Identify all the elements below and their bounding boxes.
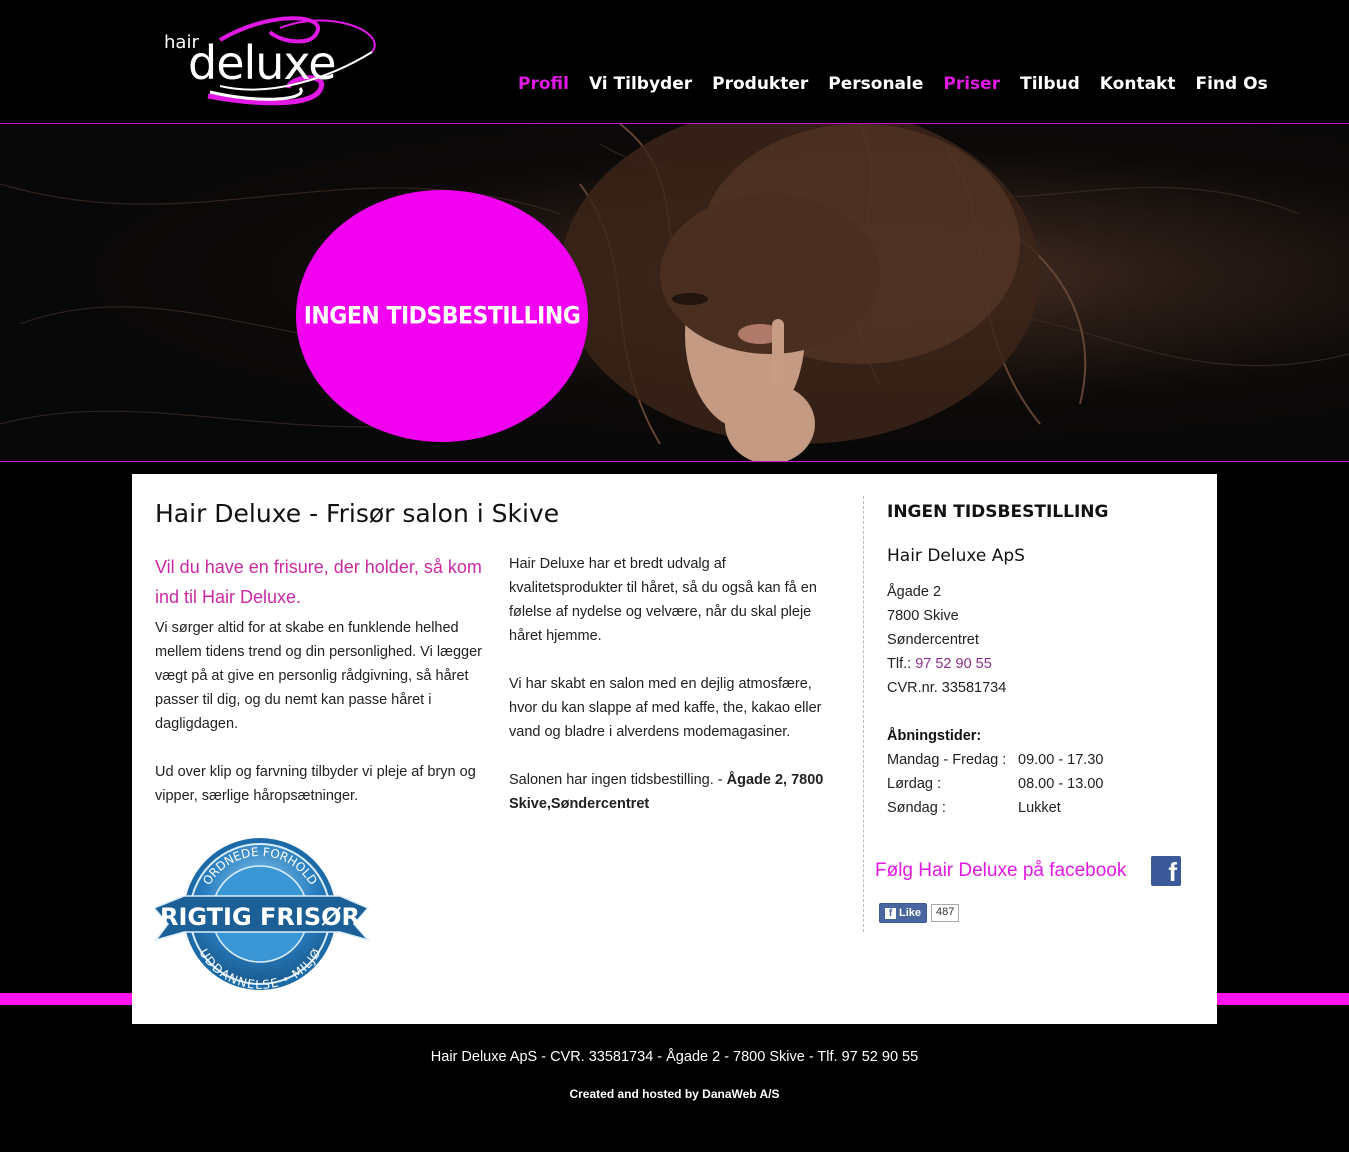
- hours-day: Lørdag :: [887, 776, 941, 792]
- page-title: Hair Deluxe - Frisør salon i Skive: [155, 499, 560, 528]
- sidebar-title: INGEN TIDSBESTILLING: [887, 502, 1109, 522]
- like-count: 487: [931, 904, 960, 922]
- rigtig-frisor-badge[interactable]: RIGTIG FRISØR ORDNEDE FORHOLD UDDANNELSE…: [152, 836, 371, 997]
- site-header: hair deluxe Profil Vi Tilbyder Produkter…: [0, 0, 1349, 123]
- hero-banner: INGEN TIDSBESTILLING: [0, 124, 1349, 461]
- address-center: Søndercentret: [887, 632, 979, 648]
- hours-row: Mandag - Fredag : 09.00 - 17.30: [887, 748, 1197, 772]
- phone-link[interactable]: 97 52 90 55: [915, 656, 992, 672]
- hours-row: Søndag : Lukket: [887, 796, 1197, 820]
- content-column-right: Hair Deluxe har et bredt udvalg af kvali…: [509, 552, 839, 816]
- footer-credit[interactable]: Created and hosted by DanaWeb A/S: [0, 1087, 1349, 1101]
- sidebar: INGEN TIDSBESTILLING Hair Deluxe ApS Åga…: [887, 502, 1197, 820]
- hair-background-image: [0, 124, 1349, 461]
- paragraph: Ud over klip og farvning tilbyder vi ple…: [155, 764, 476, 804]
- no-booking-bubble: INGEN TIDSBESTILLING: [296, 190, 588, 442]
- main-nav: Profil Vi Tilbyder Produkter Personale P…: [518, 74, 1288, 94]
- main-content: Hair Deluxe - Frisør salon i Skive Vil d…: [132, 474, 1217, 1024]
- nav-profil[interactable]: Profil: [518, 74, 569, 94]
- column-divider: [863, 496, 864, 932]
- hours-time: Lukket: [1018, 800, 1061, 816]
- paragraph: Hair Deluxe har et bredt udvalg af kvali…: [509, 556, 817, 644]
- nav-vi-tilbyder[interactable]: Vi Tilbyder: [589, 74, 692, 94]
- like-label: Like: [899, 907, 922, 919]
- paragraph: Vi sørger altid for at skabe en funklend…: [155, 620, 482, 732]
- nav-tilbud[interactable]: Tilbud: [1020, 74, 1080, 94]
- hours-time: 09.00 - 17.30: [1018, 752, 1104, 768]
- nav-find-os[interactable]: Find Os: [1195, 74, 1267, 94]
- facebook-link[interactable]: Følg Hair Deluxe på facebook: [875, 860, 1126, 882]
- footer-contact: Hair Deluxe ApS - CVR. 33581734 - Ågade …: [430, 1049, 919, 1065]
- logo-large-text: deluxe: [188, 36, 337, 90]
- like-button[interactable]: f Like: [879, 903, 928, 923]
- booking-note: Salonen har ingen tidsbestilling. -: [509, 772, 727, 788]
- hours-row: Lørdag : 08.00 - 13.00: [887, 772, 1197, 796]
- phone-line: Tlf.: 97 52 90 55: [887, 652, 1197, 676]
- bubble-text: INGEN TIDSBESTILLING: [303, 302, 581, 330]
- hours-title: Åbningstider:: [887, 728, 982, 744]
- hours-time: 08.00 - 13.00: [1018, 776, 1104, 792]
- lead-text: Vil du have en frisure, der holder, så k…: [155, 557, 482, 607]
- nav-personale[interactable]: Personale: [828, 74, 923, 94]
- facebook-like-widget: f Like 487: [879, 903, 960, 923]
- paragraph: Vi har skabt en salon med en dejlig atmo…: [509, 676, 822, 740]
- hours-day: Mandag - Fredag :: [887, 752, 1007, 768]
- facebook-follow: Følg Hair Deluxe på facebook f: [875, 856, 1195, 892]
- nav-kontakt[interactable]: Kontakt: [1100, 74, 1176, 94]
- company-name: Hair Deluxe ApS: [887, 546, 1025, 566]
- phone-label: Tlf.:: [887, 656, 916, 672]
- badge-icon: RIGTIG FRISØR ORDNEDE FORHOLD UDDANNELSE…: [152, 838, 371, 992]
- address-city: 7800 Skive: [887, 608, 959, 624]
- nav-priser[interactable]: Priser: [943, 74, 1000, 94]
- address-street: Ågade 2: [887, 584, 942, 600]
- facebook-icon[interactable]: f: [1151, 856, 1181, 887]
- nav-produkter[interactable]: Produkter: [712, 74, 808, 94]
- address-paragraph: Salonen har ingen tidsbestilling. - Ågad…: [509, 768, 839, 816]
- cvr-number: CVR.nr. 33581734: [887, 680, 1007, 696]
- site-logo[interactable]: hair deluxe: [160, 12, 380, 112]
- hours-day: Søndag :: [887, 800, 946, 816]
- banner-divider: [0, 461, 1349, 462]
- badge-center-text: RIGTIG FRISØR: [160, 903, 360, 931]
- facebook-small-icon: f: [885, 907, 896, 919]
- content-column-left: Vil du have en frisure, der holder, så k…: [155, 552, 485, 808]
